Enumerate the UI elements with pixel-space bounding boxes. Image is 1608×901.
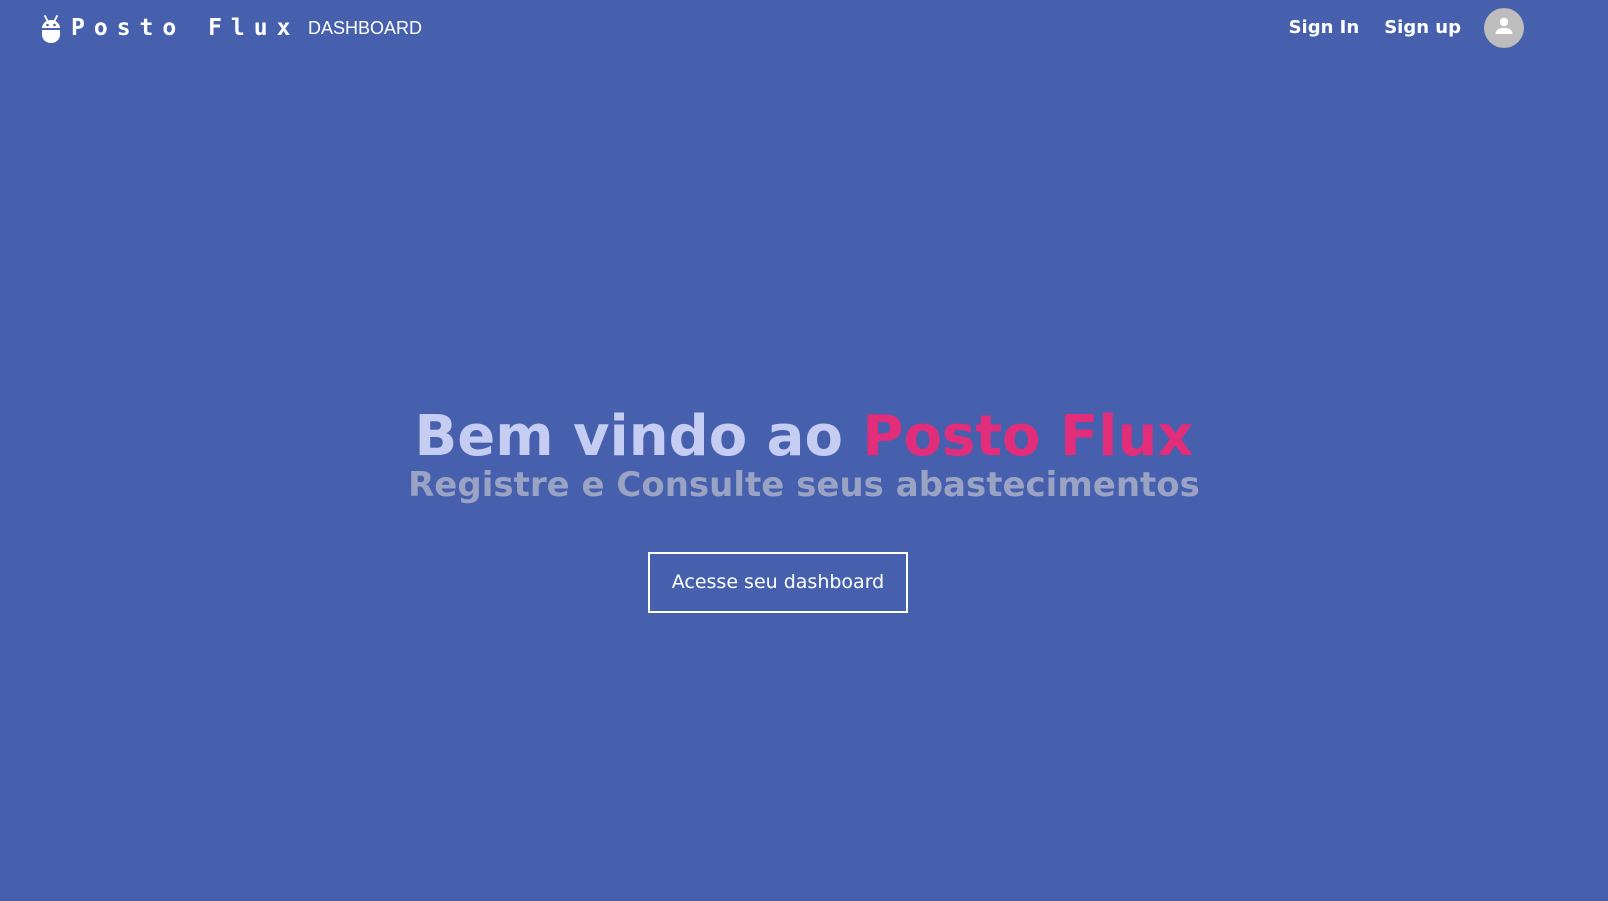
avatar-button[interactable] (1484, 8, 1524, 48)
hero-title: Bem vindo ao Posto Flux (0, 405, 1608, 469)
nav-actions: Sign In Sign up (1289, 8, 1524, 48)
user-icon (1492, 14, 1516, 42)
brand-logo-link[interactable]: Posto Flux (40, 13, 299, 43)
hero-title-prefix: Bem vindo ao (414, 404, 863, 469)
brand-name: Posto Flux (71, 15, 300, 41)
hero-subtitle: Registre e Consulte seus abastecimentos (408, 465, 1200, 505)
android-icon (40, 13, 62, 43)
sign-in-link[interactable]: Sign In (1289, 8, 1360, 48)
access-dashboard-button[interactable]: Acesse seu dashboard (648, 552, 908, 613)
dashboard-nav-link[interactable]: DASHBOARD (308, 16, 422, 40)
sign-up-link[interactable]: Sign up (1384, 8, 1461, 48)
page: Posto Flux DASHBOARD Sign In Sign up Bem… (0, 0, 1608, 901)
hero-section: Bem vindo ao Posto Flux Registre e Consu… (0, 405, 1608, 509)
top-navbar: Posto Flux DASHBOARD Sign In Sign up (0, 0, 1608, 56)
hero-title-highlight: Posto Flux (862, 404, 1194, 469)
